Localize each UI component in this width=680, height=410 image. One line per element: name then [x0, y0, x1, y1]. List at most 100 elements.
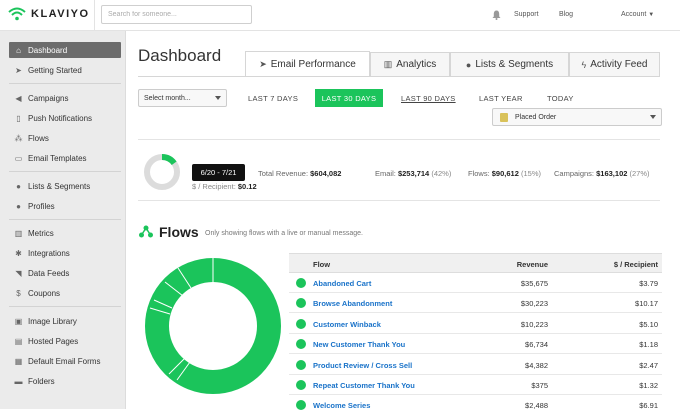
account-menu[interactable]: Account ▼ — [621, 11, 654, 18]
form-icon: ▦ — [14, 356, 23, 366]
range-today[interactable]: TODAY — [547, 94, 574, 103]
shopify-icon — [500, 113, 508, 122]
table-row: Abandoned Cart $35,675 $3.79 — [289, 273, 662, 293]
sidebar-divider — [9, 83, 121, 84]
logo-text: KLAVIYO — [31, 8, 90, 20]
range-last-7-days[interactable]: LAST 7 DAYS — [248, 94, 298, 103]
flows-subtitle: Only showing flows with a live or manual… — [205, 230, 363, 237]
flows-table-header: Flow Revenue $ / Recipient — [289, 253, 662, 273]
flows-icon — [139, 225, 153, 238]
metric-select[interactable]: Placed Order — [492, 108, 662, 126]
sidebar-item-image-library[interactable]: ▣ Image Library — [9, 313, 121, 329]
tab-analytics[interactable]: ▥ Analytics — [370, 52, 450, 76]
sidebar-item-label: Lists & Segments — [28, 181, 91, 191]
flow-link[interactable]: Repeat Customer Thank You — [313, 381, 415, 390]
sidebar-item-hosted-pages[interactable]: ▤ Hosted Pages — [9, 333, 121, 349]
tab-lists-segments[interactable]: ● Lists & Segments — [450, 52, 569, 76]
flow-link[interactable]: New Customer Thank You — [313, 340, 405, 349]
flow-link[interactable]: Abandoned Cart — [313, 279, 371, 288]
rss-icon: ◥ — [15, 268, 22, 278]
sidebar-item-profiles[interactable]: ● Profiles — [9, 198, 121, 214]
table-row: New Customer Thank You $6,734 $1.18 — [289, 334, 662, 354]
column-header-per-recipient[interactable]: $ / Recipient — [614, 260, 658, 269]
sidebar-item-label: Image Library — [28, 316, 77, 326]
stat-label: Campaigns: — [554, 169, 595, 178]
push-icon: ▯ — [16, 113, 21, 123]
stat-value: $604,082 — [310, 169, 342, 178]
sidebar-divider — [9, 219, 121, 220]
campaigns-stat: Campaigns: $163,102 (27%) — [554, 169, 650, 178]
sidebar-item-flows[interactable]: ⁂ Flows — [9, 130, 121, 146]
sidebar-item-dashboard[interactable]: ⌂ Dashboard — [9, 42, 121, 58]
flow-per-recipient: $3.79 — [639, 279, 658, 288]
per-recipient-stat: $ / Recipient: $0.12 — [192, 182, 257, 191]
divider — [138, 200, 660, 201]
blog-link[interactable]: Blog — [559, 11, 573, 18]
sidebar-item-campaigns[interactable]: ◀ Campaigns — [9, 90, 121, 106]
stat-label: Total Revenue: — [258, 169, 309, 178]
status-dot-icon — [296, 298, 306, 308]
bolt-icon: ϟ — [581, 59, 587, 70]
flow-per-recipient: $2.47 — [639, 361, 658, 370]
support-link[interactable]: Support — [514, 11, 539, 18]
sidebar-item-metrics[interactable]: ▥ Metrics — [9, 225, 121, 241]
status-dot-icon — [296, 360, 306, 370]
sidebar-item-email-templates[interactable]: ▭ Email Templates — [9, 150, 121, 166]
stat-label: Flows: — [468, 169, 490, 178]
sidebar-item-push-notifications[interactable]: ▯ Push Notifications — [9, 110, 121, 126]
sidebar-item-label: Default Email Forms — [28, 356, 101, 366]
stat-value: $90,612 — [491, 169, 519, 178]
sidebar-item-data-feeds[interactable]: ◥ Data Feeds — [9, 265, 121, 281]
gear-icon: ✱ — [15, 248, 22, 258]
sidebar-item-label: Coupons — [28, 288, 61, 298]
tab-email-performance[interactable]: ➤ Email Performance — [245, 51, 370, 76]
range-last-90-days[interactable]: LAST 90 DAYS — [401, 94, 456, 103]
month-select[interactable]: Select month... — [138, 89, 227, 107]
column-header-flow[interactable]: Flow — [313, 260, 330, 269]
flow-link[interactable]: Browse Abandonment — [313, 299, 392, 308]
tab-label: Activity Feed — [590, 59, 648, 70]
range-last-30-days[interactable]: LAST 30 DAYS — [315, 89, 383, 107]
flow-revenue: $375 — [531, 381, 548, 390]
sidebar-item-label: Metrics — [28, 228, 54, 238]
file-icon: ▤ — [14, 336, 23, 346]
sidebar-item-integrations[interactable]: ✱ Integrations — [9, 245, 121, 261]
flow-per-recipient: $10.17 — [635, 299, 658, 308]
bell-icon[interactable] — [492, 10, 501, 20]
table-row: Browse Abandonment $30,223 $10.17 — [289, 293, 662, 313]
stat-percent: (15%) — [520, 169, 541, 178]
status-dot-icon — [296, 319, 306, 329]
logo-divider — [94, 0, 95, 31]
flow-link[interactable]: Product Review / Cross Sell — [313, 361, 412, 370]
page-title: Dashboard — [138, 46, 222, 65]
flow-revenue: $4,382 — [525, 361, 548, 370]
flow-revenue: $10,223 — [520, 320, 548, 329]
home-icon: ⌂ — [16, 45, 21, 55]
user-icon: ● — [16, 201, 21, 211]
flow-revenue: $35,675 — [520, 279, 548, 288]
sidebar-item-default-email-forms[interactable]: ▦ Default Email Forms — [9, 353, 121, 369]
sidebar-item-getting-started[interactable]: ➤ Getting Started — [9, 62, 121, 78]
klaviyo-logo[interactable]: KLAVIYO — [8, 7, 90, 21]
flows-stat: Flows: $90,612 (15%) — [468, 169, 541, 178]
sidebar-item-folders[interactable]: ▬ Folders — [9, 373, 121, 389]
stat-label: Email: — [375, 169, 396, 178]
sidebar-item-label: Data Feeds — [28, 268, 70, 278]
users-icon: ● — [465, 59, 472, 70]
tab-label: Email Performance — [270, 58, 356, 70]
wifi-logo-icon — [8, 7, 26, 21]
tab-activity-feed[interactable]: ϟ Activity Feed — [569, 52, 660, 76]
sidebar-item-lists-segments[interactable]: ● Lists & Segments — [9, 178, 121, 194]
range-last-year[interactable]: LAST YEAR — [479, 94, 523, 103]
search-input[interactable] — [101, 5, 252, 24]
metric-select-value: Placed Order — [515, 113, 557, 121]
stat-value: $163,102 — [596, 169, 628, 178]
sidebar-item-coupons[interactable]: $ Coupons — [9, 285, 121, 301]
sidebar-item-label: Folders — [28, 376, 55, 386]
column-header-revenue[interactable]: Revenue — [517, 260, 548, 269]
sidebar: ⌂ Dashboard ➤ Getting Started ◀ Campaign… — [0, 31, 126, 409]
sidebar-item-label: Campaigns — [28, 93, 69, 103]
caret-down-icon — [215, 96, 221, 100]
flow-link[interactable]: Customer Winback — [313, 320, 381, 329]
flow-per-recipient: $1.18 — [639, 340, 658, 349]
